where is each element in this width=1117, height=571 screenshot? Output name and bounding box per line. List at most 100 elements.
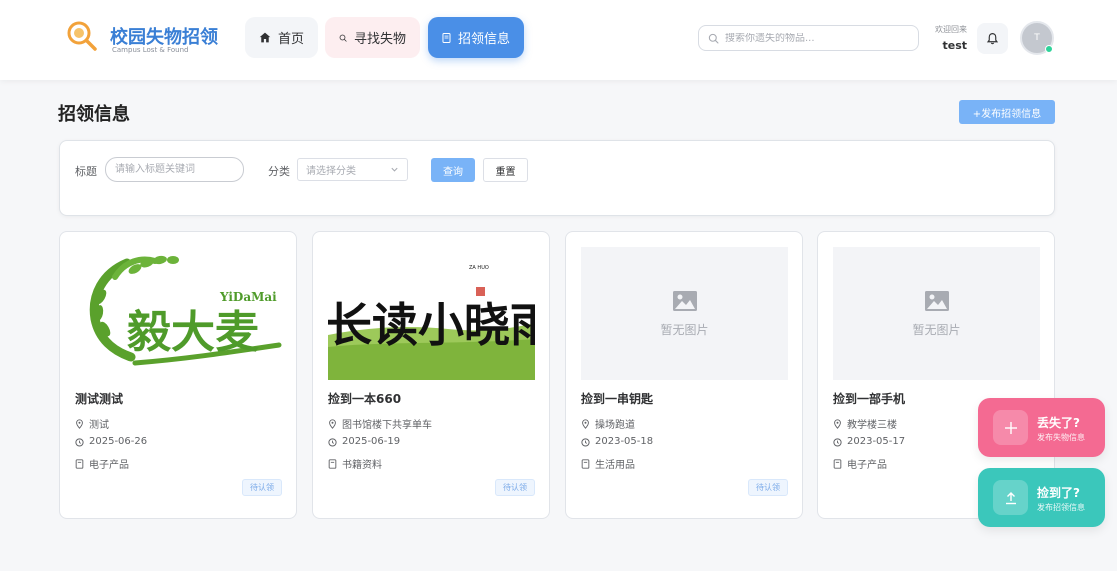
title-filter-label: 标题 bbox=[75, 165, 97, 178]
search-input[interactable] bbox=[725, 32, 905, 44]
nav-find-lost[interactable]: 寻找失物 bbox=[325, 17, 420, 58]
top-header: 校园失物招领 Campus Lost & Found 首页 寻找失物 招领信息 … bbox=[0, 0, 1117, 80]
card-title: 捡到一本660 bbox=[328, 392, 402, 406]
search-icon bbox=[708, 33, 719, 44]
calligraphy-text: 长读小晓雨 bbox=[328, 298, 535, 352]
report-found-button[interactable]: 捡到了? 发布招领信息 bbox=[978, 468, 1105, 527]
notification-button[interactable] bbox=[977, 23, 1008, 54]
nav-home[interactable]: 首页 bbox=[245, 17, 318, 58]
no-image-text: 暂无图片 bbox=[660, 322, 709, 337]
status-badge: 待认领 bbox=[242, 479, 282, 496]
card-image: YiDaMai 毅大麦 bbox=[75, 247, 282, 380]
status-badge: 待认领 bbox=[495, 479, 535, 496]
nav-home-label: 首页 bbox=[277, 32, 304, 47]
report-lost-subtitle: 发布失物信息 bbox=[1037, 433, 1085, 442]
card-category: 生活用品 bbox=[581, 456, 635, 471]
magnifier-logo-icon bbox=[67, 21, 97, 51]
location-pin-icon bbox=[76, 418, 83, 429]
upload-icon bbox=[993, 480, 1028, 515]
card-image-placeholder: 暂无图片 bbox=[581, 247, 788, 380]
card-image-placeholder: 暂无图片 bbox=[833, 247, 1040, 380]
title-filter-input[interactable] bbox=[105, 157, 244, 182]
report-found-title: 捡到了? bbox=[1037, 486, 1080, 500]
document-icon bbox=[442, 32, 451, 43]
report-lost-title: 丢失了? bbox=[1037, 416, 1080, 430]
card-location-text: 操场跑道 bbox=[595, 420, 635, 431]
claim-card[interactable]: YiDaMai 毅大麦 测试测试 测试 2025-06-26 电子产品 待认领 bbox=[59, 231, 297, 519]
card-location: 测试 bbox=[75, 416, 109, 431]
card-category-text: 电子产品 bbox=[89, 460, 129, 471]
home-icon bbox=[259, 32, 271, 43]
username: test bbox=[942, 39, 967, 52]
card-image: ZA HUO 长读小晓雨 bbox=[328, 247, 535, 380]
calligraphy-banner-image: ZA HUO 长读小晓雨 bbox=[328, 265, 535, 380]
clock-icon bbox=[75, 437, 84, 447]
card-date: 2023-05-18 bbox=[581, 436, 653, 447]
filter-panel: 标题 分类 请选择分类 查询 重置 bbox=[59, 140, 1055, 216]
logo-cn-text: 毅大麦 bbox=[127, 307, 259, 358]
nav-claim-label: 招领信息 bbox=[457, 32, 510, 47]
report-found-subtitle: 发布招领信息 bbox=[1037, 503, 1085, 512]
card-date-text: 2025-06-26 bbox=[89, 436, 148, 447]
card-location-text: 图书馆楼下共享单车 bbox=[342, 420, 432, 431]
card-date-text: 2025-06-19 bbox=[342, 436, 401, 447]
logo-en-text: YiDaMai bbox=[219, 290, 277, 304]
card-title: 捡到一串钥匙 bbox=[581, 392, 654, 406]
page-title: 招领信息 bbox=[58, 104, 130, 125]
card-date: 2023-05-17 bbox=[833, 436, 905, 447]
location-pin-icon bbox=[582, 418, 589, 429]
reset-button[interactable]: 重置 bbox=[483, 158, 528, 182]
welcome-block: 欢迎回来 test bbox=[918, 24, 967, 52]
card-category-text: 书籍资料 bbox=[342, 460, 382, 471]
app-logo[interactable]: 校园失物招领 Campus Lost & Found bbox=[66, 20, 246, 60]
app-subtitle: Campus Lost & Found bbox=[112, 46, 189, 54]
card-title: 捡到一部手机 bbox=[833, 392, 906, 406]
location-pin-icon bbox=[834, 418, 841, 429]
card-location: 教学楼三楼 bbox=[833, 416, 897, 431]
avatar[interactable]: T bbox=[1020, 21, 1054, 55]
query-button[interactable]: 查询 bbox=[431, 158, 475, 182]
document-icon bbox=[75, 458, 84, 469]
claim-card[interactable]: ZA HUO 长读小晓雨 捡到一本660 图书馆楼下共享单车 2025-06-1… bbox=[312, 231, 550, 519]
publish-claim-button[interactable]: +发布招领信息 bbox=[959, 100, 1055, 124]
nav-claim-info[interactable]: 招领信息 bbox=[428, 17, 524, 58]
clock-icon bbox=[328, 437, 337, 447]
card-category-text: 电子产品 bbox=[847, 460, 887, 471]
claim-card[interactable]: 暂无图片 捡到一串钥匙 操场跑道 2023-05-18 生活用品 待认领 bbox=[565, 231, 803, 519]
card-location: 图书馆楼下共享单车 bbox=[328, 416, 432, 431]
card-category: 电子产品 bbox=[833, 456, 887, 471]
card-date: 2025-06-26 bbox=[75, 436, 147, 447]
card-date-text: 2023-05-17 bbox=[847, 436, 906, 447]
document-icon bbox=[833, 458, 842, 469]
global-search[interactable] bbox=[698, 25, 919, 51]
category-filter-label: 分类 bbox=[268, 165, 290, 178]
clock-icon bbox=[581, 437, 590, 447]
nav-find-label: 寻找失物 bbox=[353, 32, 406, 47]
card-location-text: 测试 bbox=[89, 420, 109, 431]
online-status-dot bbox=[1045, 45, 1053, 53]
report-lost-button[interactable]: 丢失了? 发布失物信息 bbox=[978, 398, 1105, 457]
card-location: 操场跑道 bbox=[581, 416, 635, 431]
bell-icon bbox=[986, 33, 999, 45]
plus-icon bbox=[993, 410, 1028, 445]
welcome-text: 欢迎回来 bbox=[935, 25, 967, 34]
chevron-down-icon bbox=[391, 167, 398, 172]
category-select-placeholder: 请选择分类 bbox=[306, 166, 356, 177]
no-image-text: 暂无图片 bbox=[912, 322, 961, 337]
card-date: 2025-06-19 bbox=[328, 436, 400, 447]
search-icon bbox=[339, 34, 347, 42]
clock-icon bbox=[833, 437, 842, 447]
image-placeholder-icon bbox=[924, 290, 949, 311]
card-category: 电子产品 bbox=[75, 456, 129, 471]
card-title: 测试测试 bbox=[75, 392, 124, 406]
avatar-initial: T bbox=[1034, 33, 1040, 43]
card-date-text: 2023-05-18 bbox=[595, 436, 654, 447]
category-select[interactable]: 请选择分类 bbox=[297, 158, 408, 181]
card-category-text: 生活用品 bbox=[595, 460, 635, 471]
document-icon bbox=[328, 458, 337, 469]
card-location-text: 教学楼三楼 bbox=[847, 420, 897, 431]
svg-text:ZA HUO: ZA HUO bbox=[469, 265, 489, 271]
image-placeholder-icon bbox=[672, 290, 697, 311]
document-icon bbox=[581, 458, 590, 469]
status-badge: 待认领 bbox=[748, 479, 788, 496]
